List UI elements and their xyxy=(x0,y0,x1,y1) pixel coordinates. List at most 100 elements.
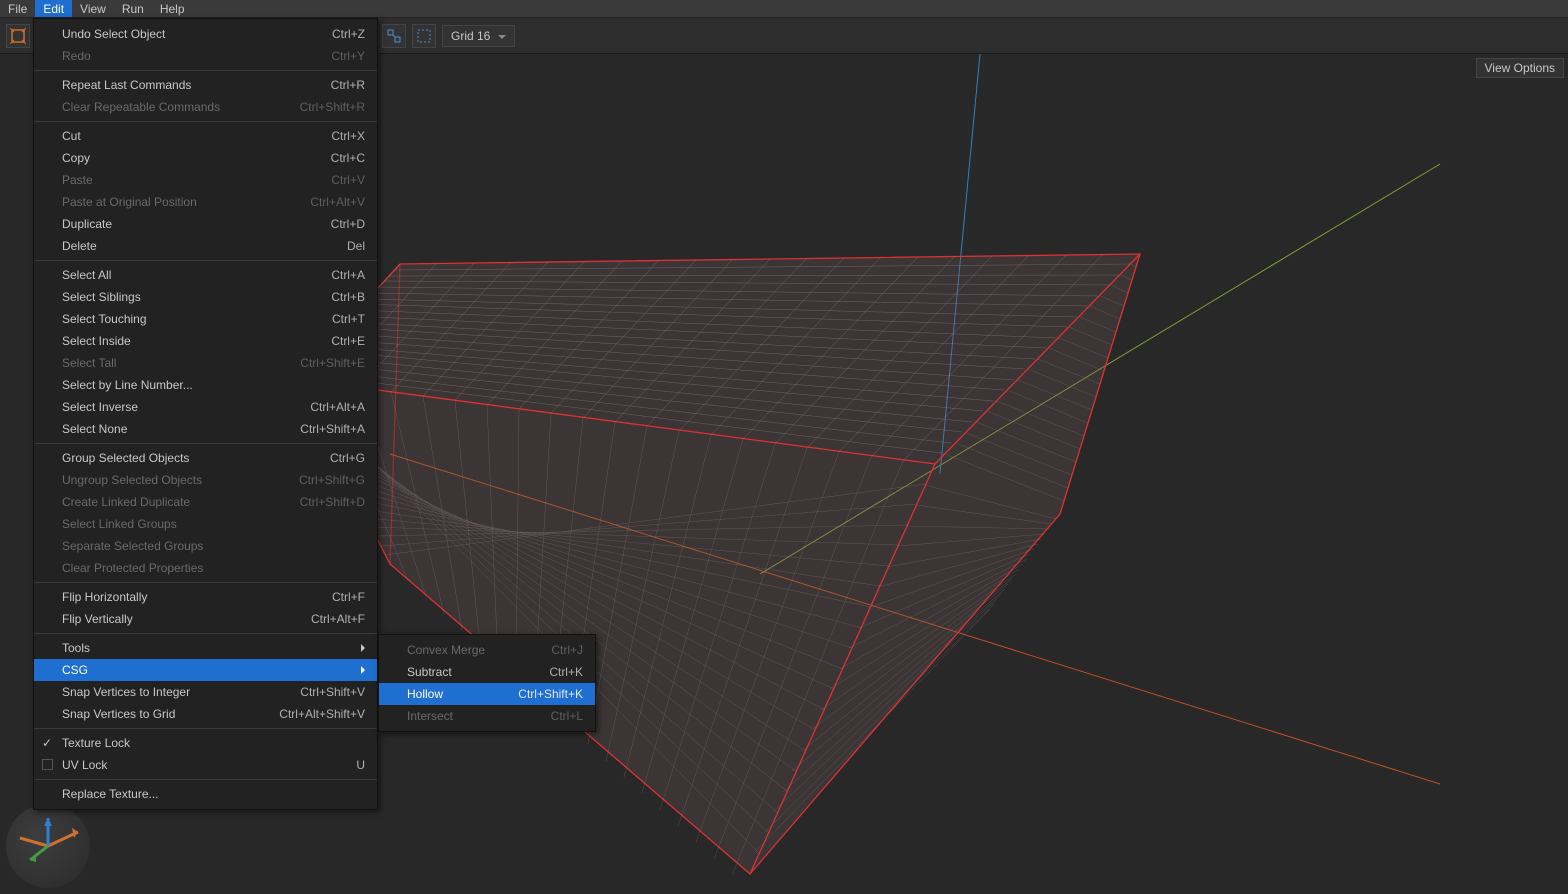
menu-item-label: Select Tall xyxy=(62,356,300,370)
menu-item-shortcut: U xyxy=(356,758,365,772)
menu-item-texture-lock[interactable]: ✓ Texture Lock xyxy=(34,732,377,754)
menu-item-label: Select Linked Groups xyxy=(62,517,365,531)
menu-item-snap-vertices-to-grid[interactable]: Snap Vertices to GridCtrl+Alt+Shift+V xyxy=(34,703,377,725)
menu-item-label: Delete xyxy=(62,239,347,253)
menu-view[interactable]: View xyxy=(72,0,114,17)
menu-item-shortcut: Ctrl+Z xyxy=(332,27,365,41)
menu-item-replace-texture[interactable]: Replace Texture... xyxy=(34,783,377,805)
menu-separator xyxy=(34,260,377,261)
menu-item-convex-merge: Convex MergeCtrl+J xyxy=(379,639,595,661)
menu-item-label: Select Inverse xyxy=(62,400,310,414)
grid-size-label: Grid 16 xyxy=(451,29,490,43)
menu-item-delete[interactable]: DeleteDel xyxy=(34,235,377,257)
csg-submenu: Convex MergeCtrl+JSubtractCtrl+KHollowCt… xyxy=(378,634,596,732)
menu-item-separate-selected-groups: Separate Selected Groups xyxy=(34,535,377,557)
chevron-right-icon xyxy=(361,666,369,674)
menu-item-undo-select-object[interactable]: Undo Select ObjectCtrl+Z xyxy=(34,23,377,45)
menu-item-shortcut: Ctrl+K xyxy=(549,665,583,679)
menu-item-create-linked-duplicate: Create Linked DuplicateCtrl+Shift+D xyxy=(34,491,377,513)
menu-item-select-siblings[interactable]: Select SiblingsCtrl+B xyxy=(34,286,377,308)
menu-item-group-selected-objects[interactable]: Group Selected ObjectsCtrl+G xyxy=(34,447,377,469)
menu-item-copy[interactable]: CopyCtrl+C xyxy=(34,147,377,169)
menu-item-label: Separate Selected Groups xyxy=(62,539,365,553)
menubar: File Edit View Run Help xyxy=(0,0,1568,18)
view-options-label: View Options xyxy=(1485,61,1555,75)
menu-item-label: Intersect xyxy=(407,709,551,723)
view-options-button[interactable]: View Options xyxy=(1476,58,1564,78)
menu-item-label: Flip Vertically xyxy=(62,612,311,626)
menu-item-shortcut: Ctrl+T xyxy=(332,312,365,326)
menu-item-label: Snap Vertices to Integer xyxy=(62,685,300,699)
menu-item-shortcut: Ctrl+V xyxy=(331,173,365,187)
menu-item-label: Create Linked Duplicate xyxy=(62,495,300,509)
menu-item-cut[interactable]: CutCtrl+X xyxy=(34,125,377,147)
menu-separator xyxy=(34,443,377,444)
edit-menu-dropdown: Undo Select ObjectCtrl+ZRedoCtrl+YRepeat… xyxy=(33,18,378,810)
menu-item-hollow[interactable]: HollowCtrl+Shift+K xyxy=(379,683,595,705)
menu-item-label: Texture Lock xyxy=(62,736,365,750)
menu-item-select-inside[interactable]: Select InsideCtrl+E xyxy=(34,330,377,352)
menu-item-label: Hollow xyxy=(407,687,518,701)
gizmo-axes-icon xyxy=(6,804,90,888)
menu-item-label: Convex Merge xyxy=(407,643,551,657)
menu-item-duplicate[interactable]: DuplicateCtrl+D xyxy=(34,213,377,235)
bounds-icon xyxy=(10,28,26,44)
menu-item-snap-vertices-to-integer[interactable]: Snap Vertices to IntegerCtrl+Shift+V xyxy=(34,681,377,703)
menu-item-label: Select Touching xyxy=(62,312,332,326)
axis-gizmo[interactable] xyxy=(6,804,90,888)
menu-item-shortcut: Ctrl+Shift+A xyxy=(300,422,365,436)
menu-separator xyxy=(34,779,377,780)
menu-item-select-tall: Select TallCtrl+Shift+E xyxy=(34,352,377,374)
menu-item-label: Undo Select Object xyxy=(62,27,332,41)
menu-item-shortcut: Ctrl+Shift+R xyxy=(300,100,365,114)
menu-item-uv-lock[interactable]: UV LockU xyxy=(34,754,377,776)
bounds-tool-button[interactable] xyxy=(6,24,30,48)
menu-item-shortcut: Ctrl+J xyxy=(551,643,583,657)
menu-item-clear-protected-properties: Clear Protected Properties xyxy=(34,557,377,579)
menu-item-ungroup-selected-objects: Ungroup Selected ObjectsCtrl+Shift+G xyxy=(34,469,377,491)
menu-item-shortcut: Ctrl+E xyxy=(331,334,365,348)
menu-separator xyxy=(34,121,377,122)
menu-item-label: Paste xyxy=(62,173,331,187)
menu-item-label: Redo xyxy=(62,49,331,63)
menu-item-shortcut: Ctrl+Alt+F xyxy=(311,612,365,626)
menu-item-select-all[interactable]: Select AllCtrl+A xyxy=(34,264,377,286)
menu-item-label: CSG xyxy=(62,663,365,677)
menu-item-shortcut: Ctrl+Y xyxy=(331,49,365,63)
menu-edit[interactable]: Edit xyxy=(35,0,72,17)
menu-item-shortcut: Ctrl+Shift+K xyxy=(518,687,583,701)
menu-item-flip-horizontally[interactable]: Flip HorizontallyCtrl+F xyxy=(34,586,377,608)
grid-size-select[interactable]: Grid 16 xyxy=(442,25,515,47)
menu-item-shortcut: Ctrl+Shift+D xyxy=(300,495,365,509)
menu-item-label: Cut xyxy=(62,129,331,143)
menu-item-select-none[interactable]: Select NoneCtrl+Shift+A xyxy=(34,418,377,440)
menu-help[interactable]: Help xyxy=(152,0,193,17)
menu-item-label: Select Siblings xyxy=(62,290,331,304)
menu-separator xyxy=(34,728,377,729)
grid-tool-button[interactable] xyxy=(412,24,436,48)
snap-tool-button[interactable] xyxy=(382,24,406,48)
menu-item-label: Copy xyxy=(62,151,331,165)
menu-item-label: Tools xyxy=(62,641,365,655)
menu-item-repeat-last-commands[interactable]: Repeat Last CommandsCtrl+R xyxy=(34,74,377,96)
chevron-right-icon xyxy=(361,644,369,652)
menu-item-select-inverse[interactable]: Select InverseCtrl+Alt+A xyxy=(34,396,377,418)
check-icon: ✓ xyxy=(42,736,52,750)
menu-item-tools[interactable]: Tools xyxy=(34,637,377,659)
menu-item-shortcut: Ctrl+Alt+A xyxy=(310,400,365,414)
menu-item-select-touching[interactable]: Select TouchingCtrl+T xyxy=(34,308,377,330)
menu-item-subtract[interactable]: SubtractCtrl+K xyxy=(379,661,595,683)
menu-item-csg[interactable]: CSG xyxy=(34,659,377,681)
menu-item-flip-vertically[interactable]: Flip VerticallyCtrl+Alt+F xyxy=(34,608,377,630)
menu-item-label: Duplicate xyxy=(62,217,331,231)
menu-item-select-by-line-number[interactable]: Select by Line Number... xyxy=(34,374,377,396)
menu-item-label: Ungroup Selected Objects xyxy=(62,473,299,487)
menu-separator xyxy=(34,70,377,71)
checkbox-icon xyxy=(42,759,53,770)
menu-item-label: Select All xyxy=(62,268,331,282)
menu-file[interactable]: File xyxy=(0,0,35,17)
menu-item-shortcut: Ctrl+B xyxy=(331,290,365,304)
menu-separator xyxy=(34,582,377,583)
menu-item-paste: PasteCtrl+V xyxy=(34,169,377,191)
menu-run[interactable]: Run xyxy=(114,0,152,17)
